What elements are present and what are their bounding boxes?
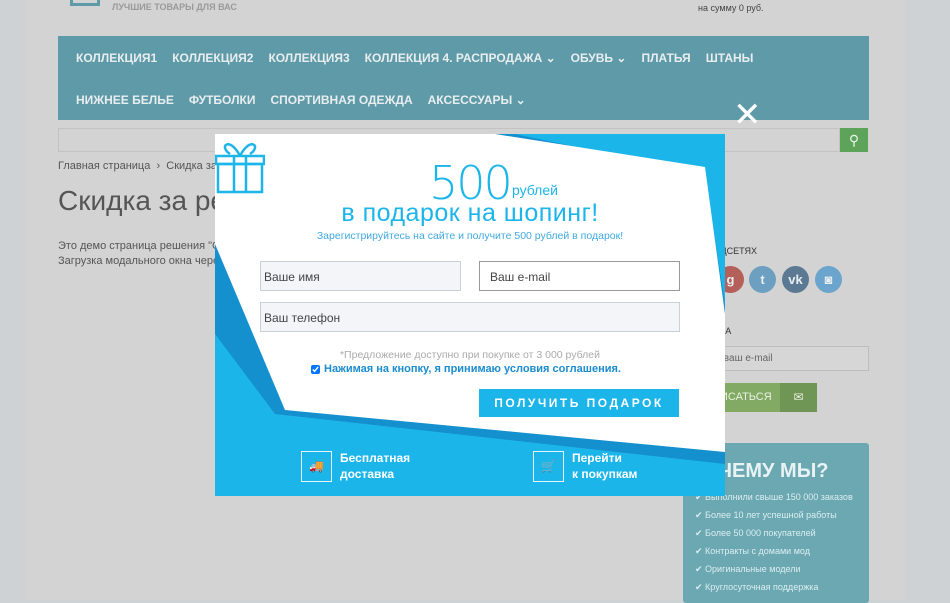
agreement: Нажимая на кнопку, я принимаю условия со… xyxy=(311,363,621,375)
modal-headline: в подарок на шопинг! xyxy=(341,199,599,227)
instagram-icon[interactable]: ◙ xyxy=(815,266,842,293)
get-gift-button[interactable]: ПОЛУЧИТЬ ПОДАРОК xyxy=(479,389,679,417)
check-icon: ✔ xyxy=(695,564,706,574)
cart-icon: 🛒 xyxy=(533,450,564,482)
why-item: ✔ Круглосуточная поддержка xyxy=(695,582,853,600)
feature-line: к покупкам xyxy=(572,467,638,481)
feature-shopping[interactable]: 🛒 Перейти к покупкам xyxy=(533,450,637,482)
gift-modal: 500 рублей в подарок на шопинг! Зарегист… xyxy=(215,134,725,496)
nav-item[interactable]: АКСЕССУАРЫ ⌄ xyxy=(428,93,526,107)
cart-sum[interactable]: на сумму 0 руб. xyxy=(698,3,764,13)
nav-item[interactable]: ФУТБОЛКИ xyxy=(189,93,256,107)
newsletter-email-input[interactable]: те ваш e-mail xyxy=(700,346,869,371)
nav-item[interactable]: НИЖНЕЕ БЕЛЬЕ xyxy=(76,93,174,107)
nav-item[interactable]: ПЛАТЬЯ xyxy=(641,51,690,65)
why-us-title: ЧЕМУ МЫ? xyxy=(718,460,829,482)
name-input[interactable]: Ваше имя xyxy=(260,261,461,291)
breadcrumb-home[interactable]: Главная страница xyxy=(58,160,150,172)
why-item-text: Контракты с домами мод xyxy=(705,546,810,556)
truck-icon: 🚚 xyxy=(301,450,332,482)
feature-line: Бесплатная xyxy=(340,451,411,465)
offer-note: *Предложение доступно при покупке от 3 0… xyxy=(339,349,601,361)
agree-checkbox[interactable] xyxy=(311,364,320,374)
gift-currency: рублей xyxy=(512,182,558,198)
why-item: ✔ Контракты с домами мод xyxy=(695,546,853,564)
nav-item[interactable]: КОЛЛЕКЦИЯ1 xyxy=(76,51,157,65)
phone-input[interactable]: Ваш телефон xyxy=(260,302,680,332)
gift-icon xyxy=(215,143,265,194)
why-item: ✔ Более 10 лет успешной работы xyxy=(695,510,853,528)
feature-line: доставка xyxy=(340,467,395,481)
check-icon: ✔ xyxy=(695,546,706,556)
modal-subtitle: Зарегистрируйтесь на сайте и получите 50… xyxy=(316,230,624,242)
why-item-text: Более 10 лет успешной работы xyxy=(705,510,837,520)
text-line: Загрузка модального окна черех xyxy=(58,255,225,267)
logo-icon xyxy=(70,0,100,6)
page-text: Это демо страница решения "С Загрузка мод… xyxy=(58,239,224,269)
why-item-text: Более 50 000 покупателей xyxy=(705,528,816,538)
check-icon: ✔ xyxy=(695,582,706,592)
nav-item[interactable]: ШТАНЫ xyxy=(706,51,754,65)
check-icon: ✔ xyxy=(695,510,706,520)
search-button[interactable]: ⚲ xyxy=(840,128,868,152)
feature-line: Перейти xyxy=(572,451,622,465)
nav-item[interactable]: КОЛЛЕКЦИЯ3 xyxy=(268,51,349,65)
close-icon[interactable]: ✕ xyxy=(733,98,762,132)
why-item-text: Круглосуточная поддержка xyxy=(705,582,819,592)
why-item: ✔ Более 50 000 покупателей xyxy=(695,528,853,546)
tagline: ЛУЧШИЕ ТОВАРЫ ДЛЯ ВАС xyxy=(112,2,237,12)
breadcrumb: Главная страница › Скидка за ре xyxy=(58,160,232,172)
nav-item[interactable]: КОЛЛЕКЦИЯ2 xyxy=(172,51,253,65)
agree-label[interactable]: Нажимая на кнопку, я принимаю условия со… xyxy=(324,363,621,375)
page-title: Скидка за ре xyxy=(58,185,226,216)
email-input[interactable]: Ваш e-mail xyxy=(479,261,680,291)
social-title: ЦСЕТЯХ xyxy=(720,246,757,256)
breadcrumb-separator: › xyxy=(156,160,161,172)
why-item: ✔ Оригинальные модели xyxy=(695,564,853,582)
vk-icon[interactable]: vk xyxy=(782,266,809,293)
why-item-text: Выполнили свыше 150 000 заказов xyxy=(705,492,853,502)
why-item-text: Оригинальные модели xyxy=(705,564,801,574)
text-line: Это демо страница решения "С xyxy=(58,240,220,252)
mail-icon: ✉ xyxy=(780,383,817,412)
feature-delivery: 🚚 Бесплатная доставка xyxy=(301,450,410,482)
twitter-icon[interactable]: t xyxy=(749,266,776,293)
check-icon: ✔ xyxy=(695,528,706,538)
nav-item[interactable]: СПОРТИВНАЯ ОДЕЖДА xyxy=(270,93,412,107)
nav-item[interactable]: ОБУВЬ ⌄ xyxy=(571,51,627,65)
nav-item[interactable]: КОЛЛЕКЦИЯ 4. РАСПРОДАЖА ⌄ xyxy=(365,51,556,65)
